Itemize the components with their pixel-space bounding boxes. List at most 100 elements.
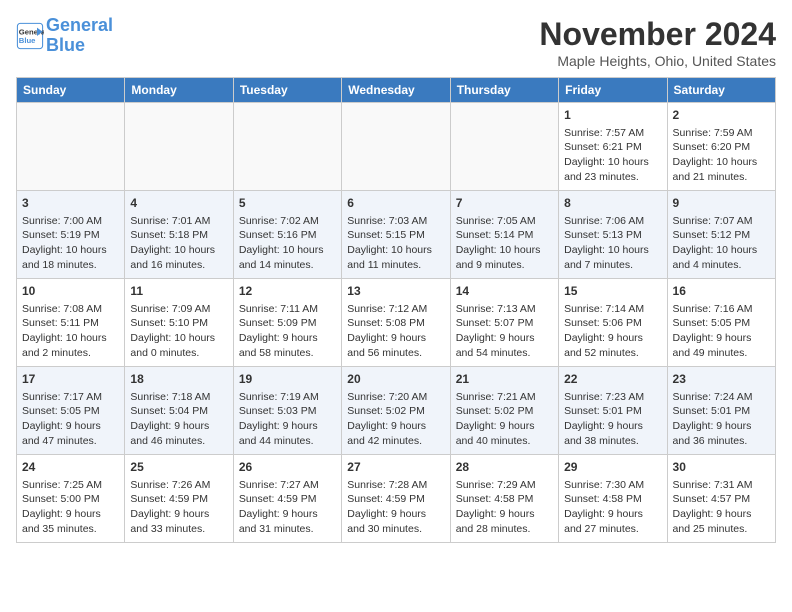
day-number: 19 bbox=[239, 371, 336, 388]
day-number: 13 bbox=[347, 283, 444, 300]
day-info: Sunset: 5:11 PM bbox=[22, 316, 119, 331]
day-info: Daylight: 9 hours and 46 minutes. bbox=[130, 419, 227, 448]
month-title: November 2024 bbox=[539, 16, 776, 53]
day-info: Daylight: 10 hours and 2 minutes. bbox=[22, 331, 119, 360]
day-info: Daylight: 9 hours and 25 minutes. bbox=[673, 507, 770, 536]
day-info: Sunset: 5:16 PM bbox=[239, 228, 336, 243]
day-number: 20 bbox=[347, 371, 444, 388]
day-info: Daylight: 9 hours and 49 minutes. bbox=[673, 331, 770, 360]
day-info: Sunrise: 7:21 AM bbox=[456, 390, 553, 405]
day-info: Sunset: 5:04 PM bbox=[130, 404, 227, 419]
calendar-cell: 20Sunrise: 7:20 AMSunset: 5:02 PMDayligh… bbox=[342, 367, 450, 455]
day-info: Daylight: 9 hours and 58 minutes. bbox=[239, 331, 336, 360]
day-info: Daylight: 10 hours and 7 minutes. bbox=[564, 243, 661, 272]
day-info: Sunrise: 7:05 AM bbox=[456, 214, 553, 229]
day-info: Sunrise: 7:59 AM bbox=[673, 126, 770, 141]
day-info: Daylight: 10 hours and 14 minutes. bbox=[239, 243, 336, 272]
day-number: 15 bbox=[564, 283, 661, 300]
weekday-header-row: SundayMondayTuesdayWednesdayThursdayFrid… bbox=[17, 78, 776, 103]
day-number: 2 bbox=[673, 107, 770, 124]
day-info: Sunset: 4:59 PM bbox=[130, 492, 227, 507]
day-info: Sunrise: 7:57 AM bbox=[564, 126, 661, 141]
day-info: Daylight: 10 hours and 23 minutes. bbox=[564, 155, 661, 184]
day-info: Daylight: 9 hours and 31 minutes. bbox=[239, 507, 336, 536]
calendar-cell bbox=[17, 103, 125, 191]
day-info: Daylight: 9 hours and 54 minutes. bbox=[456, 331, 553, 360]
weekday-header-thursday: Thursday bbox=[450, 78, 558, 103]
calendar-cell: 28Sunrise: 7:29 AMSunset: 4:58 PMDayligh… bbox=[450, 455, 558, 543]
calendar-cell: 10 Sunrise: 7:08 AMSunset: 5:11 PMDayligh… bbox=[17, 279, 125, 367]
calendar-cell bbox=[233, 103, 341, 191]
weekday-header-sunday: Sunday bbox=[17, 78, 125, 103]
calendar-cell: 21Sunrise: 7:21 AMSunset: 5:02 PMDayligh… bbox=[450, 367, 558, 455]
location: Maple Heights, Ohio, United States bbox=[539, 53, 776, 69]
week-row-2: 3Sunrise: 7:00 AMSunset: 5:19 PMDaylight… bbox=[17, 191, 776, 279]
calendar-cell: 12Sunrise: 7:11 AMSunset: 5:09 PMDayligh… bbox=[233, 279, 341, 367]
day-info: Sunset: 5:15 PM bbox=[347, 228, 444, 243]
day-info: Daylight: 10 hours and 11 minutes. bbox=[347, 243, 444, 272]
day-number: 11 bbox=[130, 283, 227, 300]
calendar-cell bbox=[450, 103, 558, 191]
day-info: Daylight: 10 hours and 0 minutes. bbox=[130, 331, 227, 360]
day-info: Sunset: 5:03 PM bbox=[239, 404, 336, 419]
calendar-cell: 11Sunrise: 7:09 AMSunset: 5:10 PMDayligh… bbox=[125, 279, 233, 367]
calendar-cell: 30Sunrise: 7:31 AMSunset: 4:57 PMDayligh… bbox=[667, 455, 775, 543]
calendar-cell: 18Sunrise: 7:18 AMSunset: 5:04 PMDayligh… bbox=[125, 367, 233, 455]
day-info: Sunrise: 7:16 AM bbox=[673, 302, 770, 317]
day-info: Sunrise: 7:19 AM bbox=[239, 390, 336, 405]
day-info: Daylight: 9 hours and 28 minutes. bbox=[456, 507, 553, 536]
day-info: Sunset: 4:59 PM bbox=[239, 492, 336, 507]
day-info: Sunrise: 7:00 AM bbox=[22, 214, 119, 229]
logo-text: GeneralBlue bbox=[46, 16, 113, 56]
page-header: General Blue GeneralBlue November 2024 M… bbox=[16, 16, 776, 69]
day-info: Sunrise: 7:26 AM bbox=[130, 478, 227, 493]
day-number: 28 bbox=[456, 459, 553, 476]
calendar-cell: 14Sunrise: 7:13 AMSunset: 5:07 PMDayligh… bbox=[450, 279, 558, 367]
day-info: Sunset: 5:01 PM bbox=[673, 404, 770, 419]
calendar: SundayMondayTuesdayWednesdayThursdayFrid… bbox=[16, 77, 776, 543]
calendar-cell: 22Sunrise: 7:23 AMSunset: 5:01 PMDayligh… bbox=[559, 367, 667, 455]
day-info: Sunset: 5:01 PM bbox=[564, 404, 661, 419]
day-number: 18 bbox=[130, 371, 227, 388]
day-info: Sunrise: 7:11 AM bbox=[239, 302, 336, 317]
day-info: Sunset: 6:20 PM bbox=[673, 140, 770, 155]
calendar-cell: 4Sunrise: 7:01 AMSunset: 5:18 PMDaylight… bbox=[125, 191, 233, 279]
day-info: Daylight: 10 hours and 21 minutes. bbox=[673, 155, 770, 184]
day-number: 25 bbox=[130, 459, 227, 476]
day-info: Sunrise: 7:23 AM bbox=[564, 390, 661, 405]
day-info: Sunrise: 7:01 AM bbox=[130, 214, 227, 229]
day-info: Sunrise: 7:08 AM bbox=[22, 302, 119, 317]
day-info: Sunrise: 7:02 AM bbox=[239, 214, 336, 229]
day-info: Sunrise: 7:03 AM bbox=[347, 214, 444, 229]
day-info: Daylight: 9 hours and 44 minutes. bbox=[239, 419, 336, 448]
day-info: Sunrise: 7:09 AM bbox=[130, 302, 227, 317]
calendar-cell: 26Sunrise: 7:27 AMSunset: 4:59 PMDayligh… bbox=[233, 455, 341, 543]
day-info: Daylight: 9 hours and 40 minutes. bbox=[456, 419, 553, 448]
calendar-cell: 8Sunrise: 7:06 AMSunset: 5:13 PMDaylight… bbox=[559, 191, 667, 279]
day-info: Daylight: 10 hours and 9 minutes. bbox=[456, 243, 553, 272]
day-info: Sunset: 4:59 PM bbox=[347, 492, 444, 507]
day-info: Sunrise: 7:29 AM bbox=[456, 478, 553, 493]
day-info: Sunrise: 7:14 AM bbox=[564, 302, 661, 317]
day-info: Daylight: 9 hours and 30 minutes. bbox=[347, 507, 444, 536]
day-info: Sunset: 5:13 PM bbox=[564, 228, 661, 243]
day-info: Sunrise: 7:27 AM bbox=[239, 478, 336, 493]
day-info: Sunset: 6:21 PM bbox=[564, 140, 661, 155]
calendar-cell: 2 Sunrise: 7:59 AMSunset: 6:20 PMDaylight… bbox=[667, 103, 775, 191]
day-number: 4 bbox=[130, 195, 227, 212]
day-number: 10 bbox=[22, 283, 119, 300]
calendar-cell: 9Sunrise: 7:07 AMSunset: 5:12 PMDaylight… bbox=[667, 191, 775, 279]
weekday-header-monday: Monday bbox=[125, 78, 233, 103]
day-info: Sunset: 5:05 PM bbox=[22, 404, 119, 419]
weekday-header-saturday: Saturday bbox=[667, 78, 775, 103]
day-info: Daylight: 9 hours and 36 minutes. bbox=[673, 419, 770, 448]
day-info: Sunrise: 7:28 AM bbox=[347, 478, 444, 493]
week-row-3: 10Sunrise: 7:08 AMSunset: 5:11 PMDayligh… bbox=[17, 279, 776, 367]
calendar-cell: 5Sunrise: 7:02 AMSunset: 5:16 PMDaylight… bbox=[233, 191, 341, 279]
day-number: 22 bbox=[564, 371, 661, 388]
day-info: Daylight: 9 hours and 27 minutes. bbox=[564, 507, 661, 536]
day-info: Daylight: 9 hours and 35 minutes. bbox=[22, 507, 119, 536]
day-info: Daylight: 10 hours and 18 minutes. bbox=[22, 243, 119, 272]
day-info: Sunset: 5:00 PM bbox=[22, 492, 119, 507]
day-info: Sunrise: 7:07 AM bbox=[673, 214, 770, 229]
